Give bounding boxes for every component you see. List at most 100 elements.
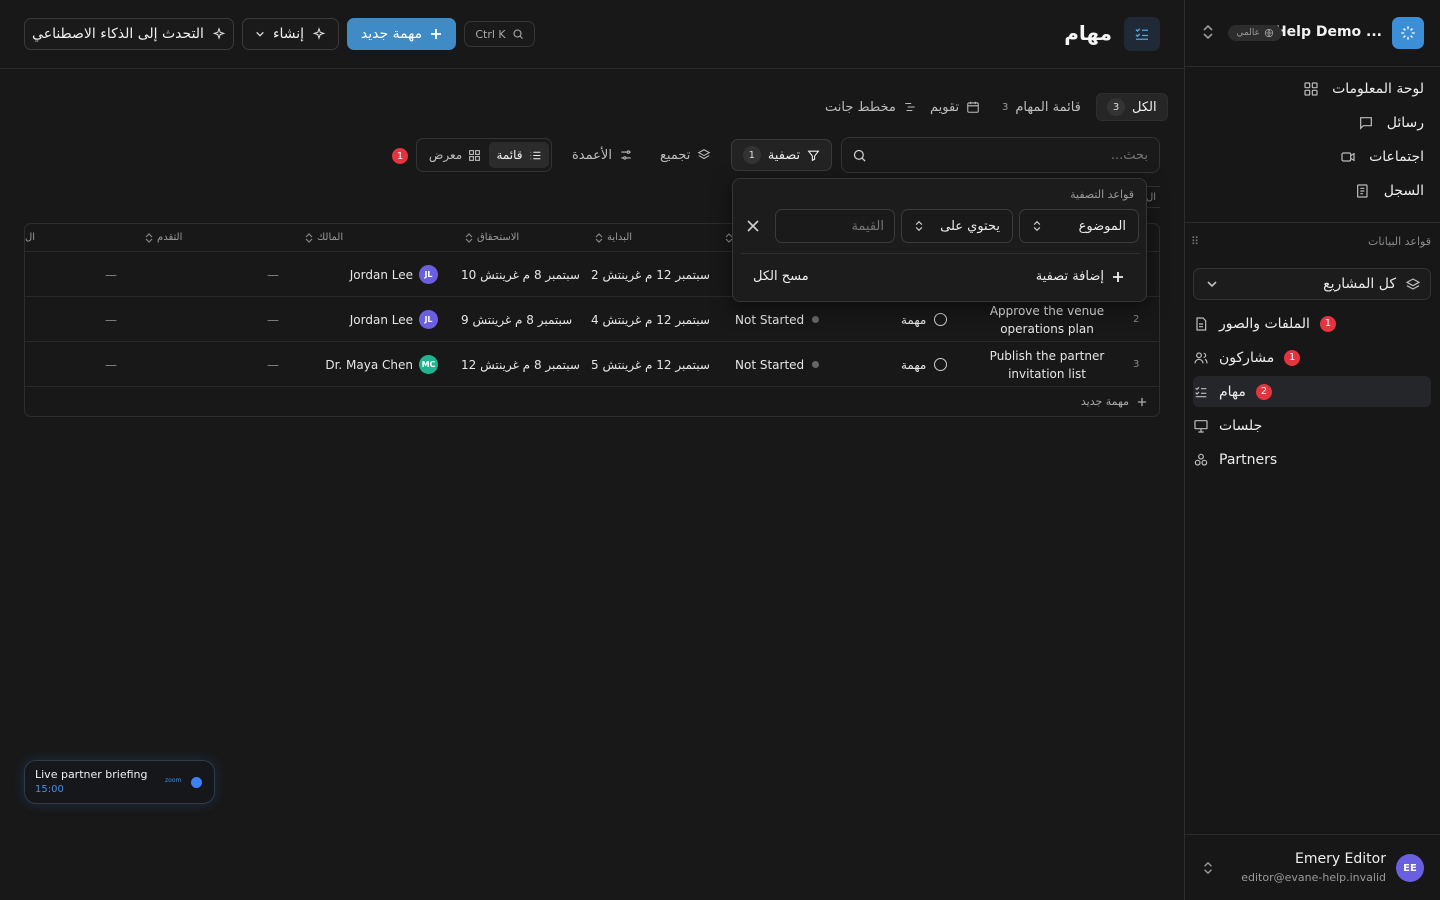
avatar: MC — [419, 355, 438, 374]
columns-button[interactable]: الأعمدة — [572, 139, 633, 171]
db-item-badge: 1 — [1319, 315, 1336, 332]
workspace-switcher[interactable]: Help Demo ... عالمي — [1185, 0, 1440, 67]
avatar: JL — [419, 310, 438, 329]
gallery-view-button[interactable]: معرض — [425, 142, 485, 168]
type-cell[interactable]: مهمة — [901, 297, 948, 342]
ai-chat-label: التحدث إلى الذكاء الاصطناعي — [32, 26, 204, 42]
circle-icon — [934, 313, 948, 326]
tab-count: 3 — [1002, 101, 1009, 113]
column-header-start[interactable]: البداية — [595, 224, 632, 251]
type-cell[interactable]: مهمة — [901, 342, 948, 387]
video-icon — [1339, 149, 1357, 165]
add-filter-label: إضافة تصفية — [1035, 269, 1104, 284]
tab-calendar[interactable]: تقويم — [930, 93, 980, 121]
project-selector[interactable]: كل المشاريع — [1193, 268, 1431, 300]
filter-field-select[interactable]: الموضوع — [1019, 209, 1139, 243]
calendar-icon — [967, 101, 979, 113]
checklist-icon — [1193, 384, 1209, 400]
tab-label: مخطط جانت — [825, 99, 896, 115]
alert-badge[interactable]: 1 — [392, 148, 408, 164]
search-input[interactable] — [878, 144, 1148, 166]
nav-log[interactable]: السجل — [1354, 176, 1424, 206]
toast-time: 15:00 — [35, 784, 64, 795]
db-item-partners[interactable]: Partners — [1193, 444, 1431, 475]
filter-button[interactable]: 1 تصفية — [731, 139, 832, 171]
column-header-due[interactable]: الاستحقاق — [465, 224, 519, 251]
status-cell[interactable]: Not Started — [735, 297, 820, 342]
status-label: Not Started — [735, 312, 805, 327]
zoom-logo: zoom — [165, 777, 182, 784]
tab-all[interactable]: 3 الكل — [1096, 93, 1168, 121]
subject-cell[interactable]: Approve the venue operations plan — [985, 297, 1109, 342]
nav-dashboard[interactable]: لوحة المعلومات — [1302, 74, 1424, 104]
db-item-sessions[interactable]: جلسات — [1193, 410, 1431, 441]
sort-icon — [305, 232, 313, 243]
nav-label: السجل — [1383, 183, 1424, 199]
create-label: إنشاء — [272, 26, 305, 42]
workspace-name: Help Demo ... — [1274, 24, 1382, 40]
subject-cell[interactable]: Publish the partner invitation list — [985, 342, 1109, 387]
filter-operator-select[interactable]: يحتوي على — [901, 209, 1013, 243]
log-icon — [1354, 183, 1372, 199]
drag-handle-icon[interactable]: ⠿ — [1191, 235, 1199, 248]
chevron-updown-icon[interactable] — [1201, 24, 1215, 40]
avatar: EE — [1396, 854, 1424, 882]
add-row[interactable]: مهمة جديد — [25, 386, 1159, 416]
column-label: التقدم — [157, 232, 183, 243]
command-search-button[interactable]: Ctrl K — [464, 21, 535, 47]
column-header-cut[interactable]: ال — [25, 224, 35, 251]
db-item-label: مشاركون — [1219, 349, 1275, 366]
table-row[interactable]: — — Jordan Lee JL 9 سبتمبر 8 م غرينتش 4 … — [25, 296, 1159, 342]
add-task-row-button[interactable]: مهمة جديد — [1081, 395, 1147, 408]
sparkle-icon — [212, 27, 226, 40]
owner-cell[interactable]: Jordan Lee JL — [328, 297, 438, 342]
table-row[interactable]: — — Dr. Maya Chen MC 12 سبتمبر 8 م غرينت… — [25, 341, 1159, 387]
workspace-scope-badge: عالمي — [1228, 25, 1282, 41]
tab-task-list[interactable]: 3 قائمة المهام — [1002, 93, 1081, 121]
chevron-updown-icon — [915, 220, 923, 232]
new-task-label: مهمة جديد — [360, 26, 423, 42]
nav-meetings[interactable]: اجتماعات — [1339, 142, 1424, 172]
db-item-participants[interactable]: مشاركون 1 — [1193, 342, 1431, 373]
column-label: المالك — [317, 232, 344, 243]
users-icon — [1193, 350, 1209, 366]
extra-cell: — — [105, 357, 117, 372]
list-view-button[interactable]: قائمة — [489, 142, 549, 168]
column-header-progress[interactable]: التقدم — [145, 224, 182, 251]
new-task-button[interactable]: مهمة جديد — [347, 18, 456, 50]
filter-label: تصفية — [767, 147, 801, 163]
add-filter-button[interactable]: إضافة تصفية — [1036, 269, 1124, 284]
due-cell: 12 سبتمبر 8 م غرينتش — [461, 357, 580, 372]
search-box[interactable] — [841, 137, 1160, 173]
nav-messages[interactable]: رسائل — [1357, 108, 1424, 138]
page-title: مهام — [1064, 21, 1112, 45]
tasks-page-icon — [1124, 17, 1160, 51]
db-item-label: مهام — [1219, 383, 1246, 400]
message-icon — [1357, 115, 1375, 131]
tab-gantt[interactable]: مخطط جانت — [825, 93, 917, 121]
meeting-toast[interactable]: Live partner briefing 15:00 zoom — [24, 760, 215, 804]
tab-label: قائمة المهام — [1015, 99, 1081, 115]
filter-popover: قواعد التصفية الموضوع يحتوي على إضافة تص… — [732, 178, 1147, 302]
project-selector-label: كل المشاريع — [1323, 276, 1396, 292]
db-item-files[interactable]: الملفات والصور 1 — [1193, 308, 1431, 339]
column-label: الاستحقاق — [477, 232, 520, 243]
create-button[interactable]: إنشاء — [242, 18, 339, 50]
grid-icon — [469, 149, 481, 161]
status-cell[interactable]: Not Started — [735, 342, 820, 387]
user-menu[interactable]: EE Emery Editor editor@evane-help.invali… — [1184, 834, 1440, 900]
user-name: Emery Editor — [1294, 851, 1386, 867]
owner-cell[interactable]: Jordan Lee JL — [328, 252, 438, 297]
filter-value-input[interactable] — [775, 209, 895, 243]
group-button[interactable]: تجميع — [660, 139, 711, 171]
ai-chat-button[interactable]: التحدث إلى الذكاء الاصطناعي — [24, 18, 234, 50]
column-header-owner[interactable]: المالك — [305, 224, 343, 251]
db-item-tasks[interactable]: مهام 2 — [1193, 376, 1431, 407]
type-label: مهمة — [901, 312, 927, 327]
clear-all-button[interactable]: مسح الكل — [753, 269, 809, 284]
page-header: مهام Ctrl K مهمة جديد إنشاء التحدث إلى ا… — [0, 0, 1184, 69]
avatar: JL — [419, 265, 438, 284]
owner-cell[interactable]: Dr. Maya Chen MC — [318, 342, 438, 387]
remove-filter-icon[interactable] — [747, 220, 759, 232]
db-item-badge: 2 — [1255, 383, 1272, 400]
